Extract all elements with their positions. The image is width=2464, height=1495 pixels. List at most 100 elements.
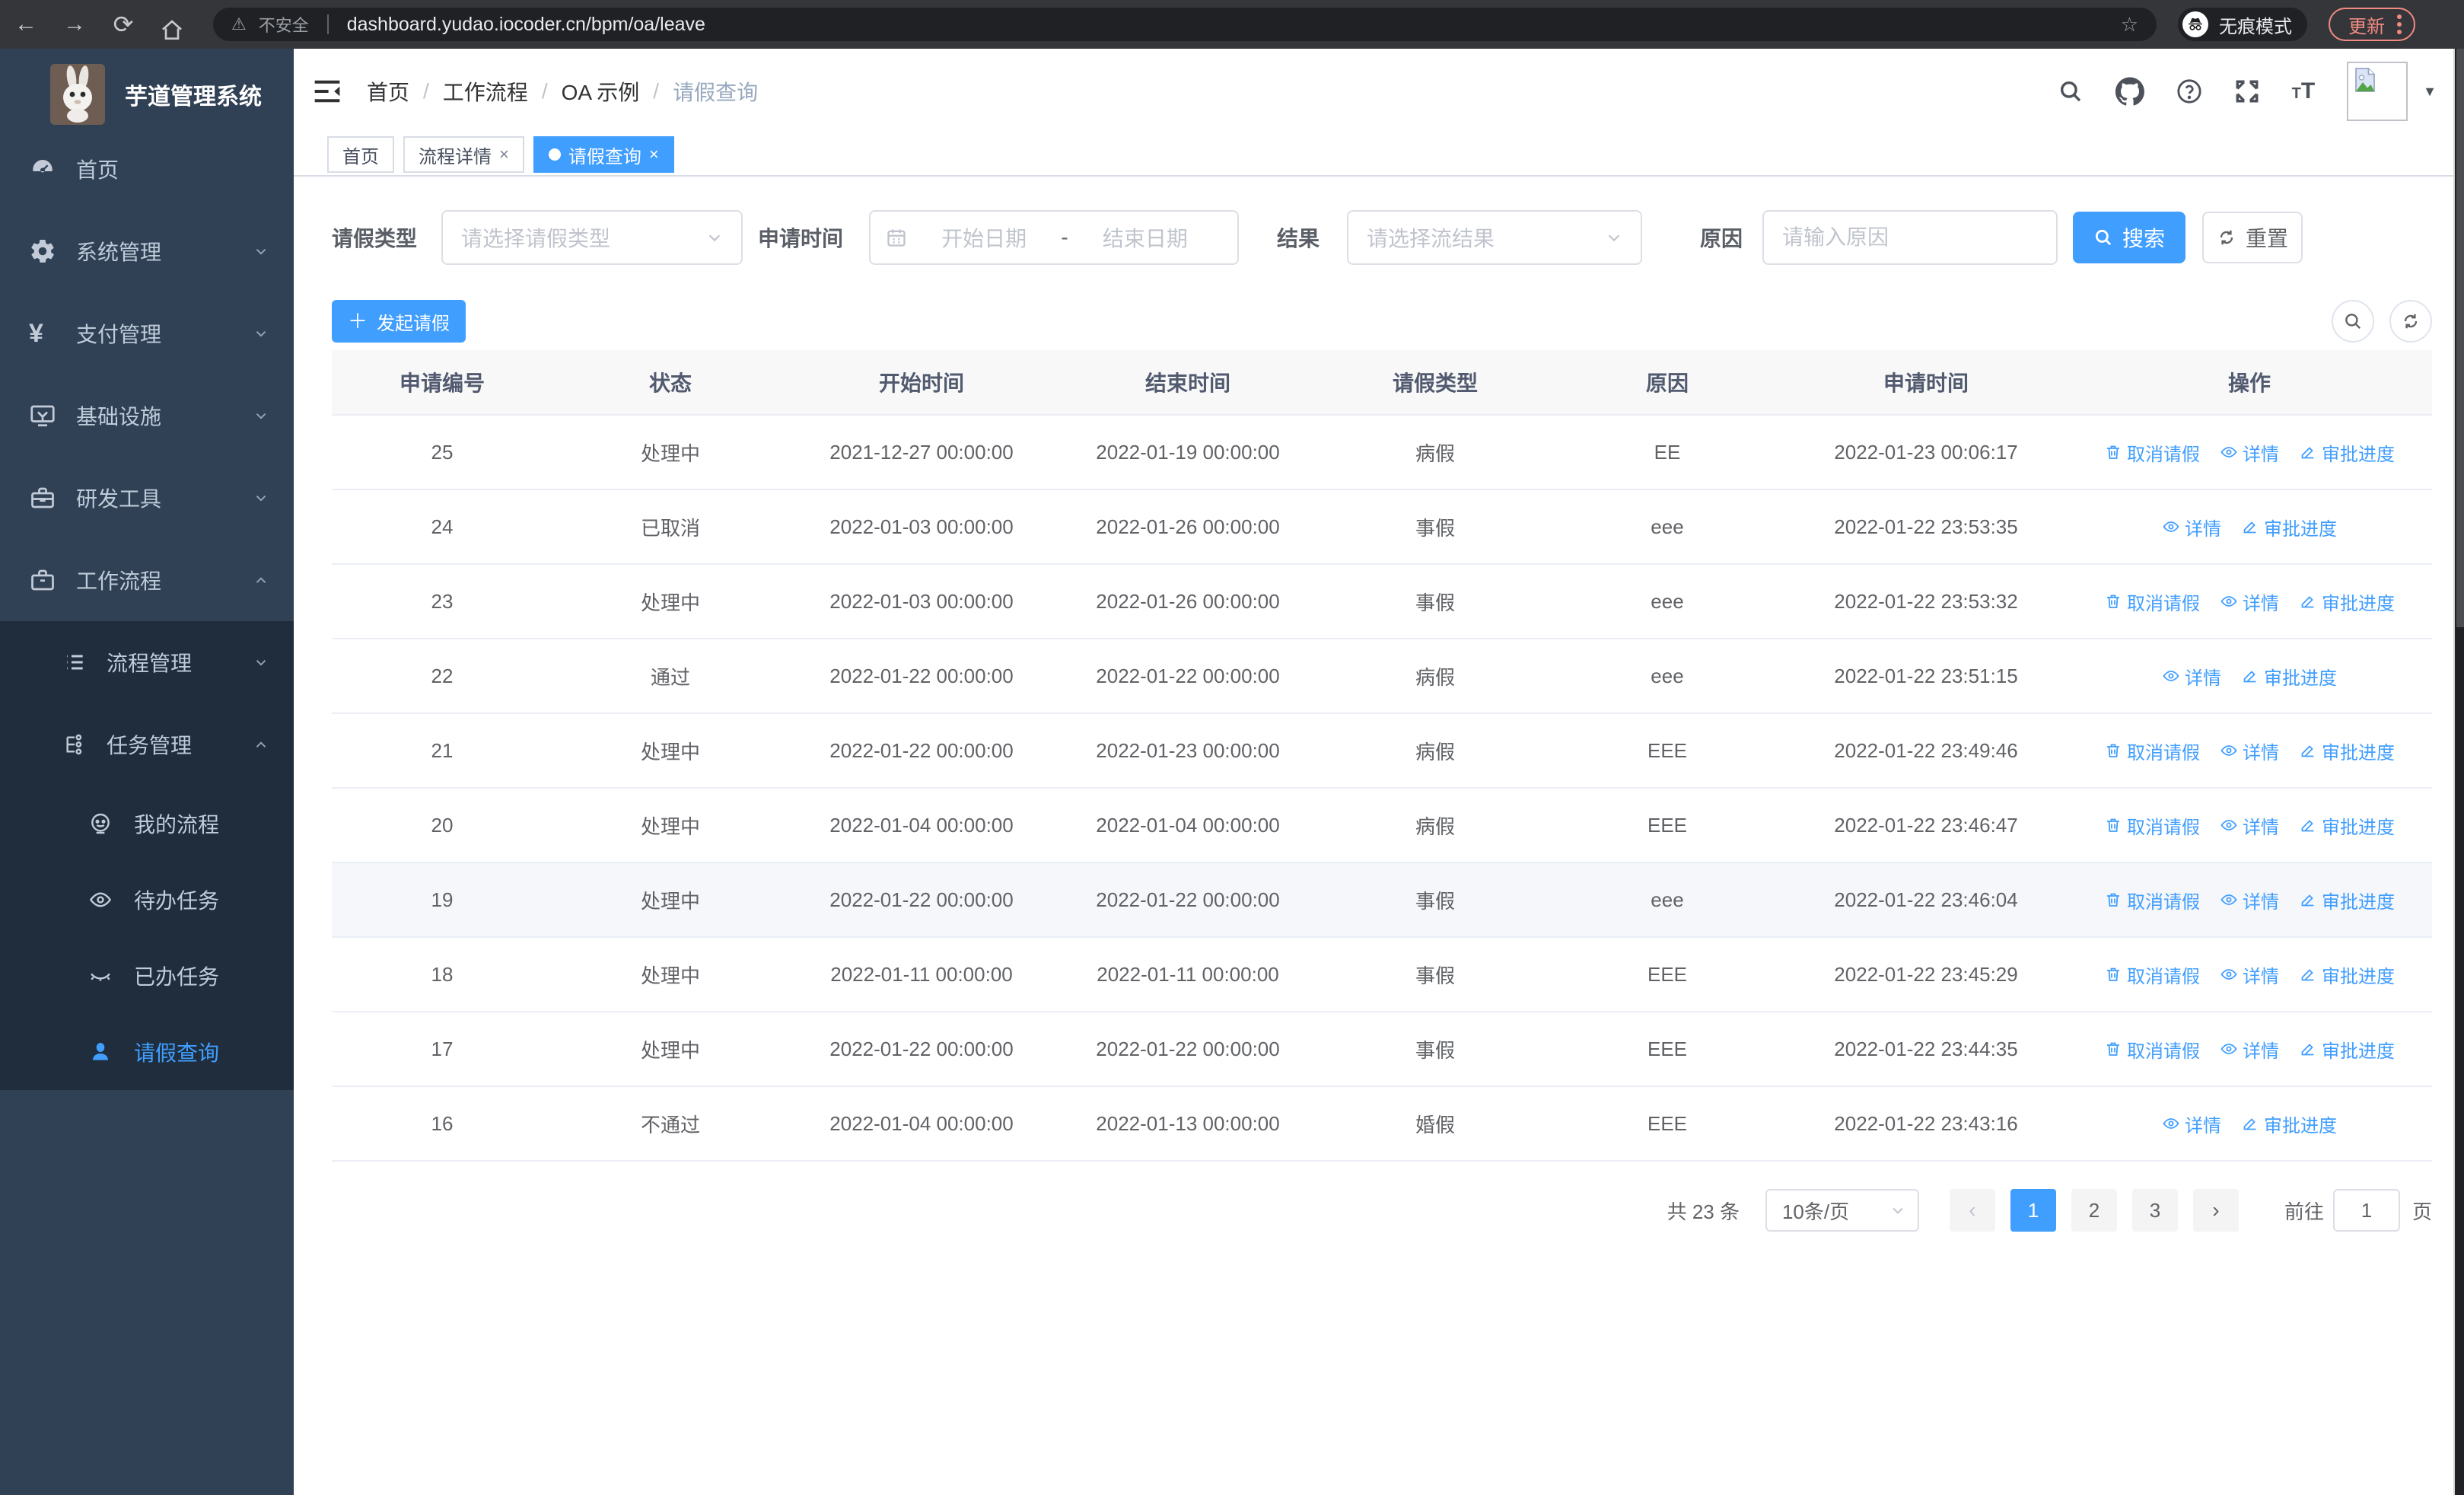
address-bar[interactable]: ⚠ 不安全 dashboard.yudao.iocoder.cn/bpm/oa/… (213, 8, 2157, 41)
result-select[interactable]: 请选择流结果 (1347, 210, 1642, 265)
browser-menu-icon[interactable] (2397, 14, 2402, 34)
progress-action-link[interactable]: 审批进度 (2241, 1111, 2337, 1137)
leave-type-select[interactable]: 请选择请假类型 (441, 210, 743, 265)
detail-action-link[interactable]: 详情 (2220, 738, 2279, 764)
sidebar-collapse-icon[interactable] (314, 78, 341, 104)
detail-action-link[interactable]: 详情 (2162, 663, 2221, 690)
fullscreen-icon[interactable] (2234, 78, 2260, 104)
sidebar-item-1[interactable]: 系统管理 (0, 210, 294, 292)
sidebar: 芋道管理系统 首页 系统管理 ¥ 支付管理 基础设施 研发工具 工作流程 流程管理 任务管理 我的… (0, 49, 294, 1495)
github-icon[interactable] (2115, 77, 2144, 106)
home-icon[interactable] (158, 6, 186, 43)
breadcrumb-item[interactable]: OA 示例 (562, 76, 640, 107)
security-warning-label: 不安全 (258, 16, 309, 35)
leave-table: 申请编号 状态 开始时间 结束时间 请假类型 原因 申请时间 操作 25 处理中 2021-12-… (332, 350, 2432, 1162)
page-size-select[interactable]: 10条/页 (1765, 1189, 1919, 1232)
tab-流程详情[interactable]: 流程详情 × (403, 136, 524, 173)
forward-icon[interactable]: → (61, 0, 88, 49)
page-button-3[interactable]: 3 (2131, 1189, 2178, 1232)
apply-time-range-picker[interactable]: 开始日期 - 结束日期 (869, 210, 1239, 265)
breadcrumb-item[interactable]: 工作流程 (443, 76, 528, 107)
reload-icon[interactable]: ⟳ (110, 0, 137, 49)
sidebar-item-10[interactable]: 已办任务 (0, 938, 294, 1014)
detail-action-link[interactable]: 详情 (2220, 887, 2279, 913)
sidebar-item-9[interactable]: 待办任务 (0, 862, 294, 938)
reason-input[interactable] (1782, 225, 2038, 250)
progress-action-link[interactable]: 审批进度 (2299, 1036, 2395, 1063)
bookmark-star-icon[interactable]: ☆ (2121, 13, 2138, 37)
progress-action-link[interactable]: 审批进度 (2241, 663, 2337, 690)
goto-page-input[interactable] (2332, 1189, 2400, 1232)
search-icon[interactable] (2058, 78, 2084, 104)
cell-id: 21 (431, 738, 454, 762)
progress-action-link[interactable]: 审批进度 (2299, 588, 2395, 615)
cell-reason: eee (1651, 515, 1684, 538)
sidebar-item-8[interactable]: 我的流程 (0, 786, 294, 862)
security-warning-icon: ⚠ (231, 14, 247, 33)
cancel-action-link[interactable]: 取消请假 (2104, 812, 2200, 839)
reset-button[interactable]: 重置 (2202, 212, 2303, 263)
browser-update-menu[interactable]: 更新 (2329, 8, 2415, 41)
sidebar-item-6[interactable]: 流程管理 (0, 621, 294, 703)
help-icon[interactable] (2176, 78, 2202, 104)
progress-action-link[interactable]: 审批进度 (2299, 812, 2395, 839)
detail-action-link[interactable]: 详情 (2220, 588, 2279, 615)
cancel-action-link[interactable]: 取消请假 (2104, 961, 2200, 988)
cancel-action-link[interactable]: 取消请假 (2104, 588, 2200, 615)
detail-action-link[interactable]: 详情 (2220, 439, 2279, 466)
prev-page-button[interactable]: ‹ (1949, 1189, 1995, 1232)
next-page-button[interactable]: › (2192, 1189, 2239, 1232)
breadcrumb-item[interactable]: 首页 (367, 76, 409, 107)
cancel-action-link[interactable]: 取消请假 (2104, 1036, 2200, 1063)
sidebar-item-2[interactable]: ¥ 支付管理 (0, 292, 294, 375)
cancel-action-link[interactable]: 取消请假 (2104, 887, 2200, 913)
cell-id: 18 (431, 962, 454, 986)
show-search-button[interactable] (2332, 300, 2374, 343)
edit-icon (2299, 965, 2317, 983)
page-button-1[interactable]: 1 (2010, 1189, 2056, 1232)
search-button[interactable]: 搜索 (2073, 212, 2185, 263)
progress-action-link[interactable]: 审批进度 (2299, 887, 2395, 913)
back-icon[interactable]: ← (12, 0, 40, 49)
sidebar-item-5[interactable]: 工作流程 (0, 539, 294, 621)
user-icon (88, 1040, 113, 1064)
detail-action-link[interactable]: 详情 (2220, 961, 2279, 988)
cell-status: 处理中 (640, 1038, 700, 1062)
sidebar-item-4[interactable]: 研发工具 (0, 457, 294, 539)
close-icon[interactable]: × (649, 146, 659, 163)
tab-首页[interactable]: 首页 (327, 136, 394, 173)
detail-action-link[interactable]: 详情 (2220, 1036, 2279, 1063)
detail-action-link[interactable]: 详情 (2220, 812, 2279, 839)
progress-action-link[interactable]: 审批进度 (2241, 514, 2337, 540)
dashboard-icon (29, 155, 56, 183)
cancel-action-link[interactable]: 取消请假 (2104, 738, 2200, 764)
progress-action-link[interactable]: 审批进度 (2299, 439, 2395, 466)
cancel-action-link[interactable]: 取消请假 (2104, 439, 2200, 466)
progress-action-link[interactable]: 审批进度 (2299, 738, 2395, 764)
page-scrollbar[interactable] (2453, 49, 2464, 1495)
sidebar-item-3[interactable]: 基础设施 (0, 375, 294, 457)
app-logo[interactable]: 芋道管理系统 (0, 49, 294, 128)
detail-action-link[interactable]: 详情 (2162, 514, 2221, 540)
cell-start-time: 2022-01-11 00:00:00 (830, 962, 1013, 986)
refresh-table-button[interactable] (2389, 300, 2432, 343)
font-size-icon[interactable]: TT (2292, 78, 2316, 104)
table-body: 25 处理中 2021-12-27 00:00:00 2022-01-19 00:00… (332, 416, 2432, 1162)
create-leave-button[interactable]: ＋ 发起请假 (332, 300, 466, 343)
scrollbar-thumb[interactable] (2456, 49, 2464, 627)
avatar[interactable] (2347, 62, 2408, 121)
action-label: 详情 (2243, 1041, 2279, 1062)
sidebar-item-7[interactable]: 任务管理 (0, 703, 294, 786)
progress-action-link[interactable]: 审批进度 (2299, 961, 2395, 988)
sidebar-item-11[interactable]: 请假查询 (0, 1014, 294, 1090)
cell-id: 22 (431, 664, 454, 687)
detail-action-link[interactable]: 详情 (2162, 1111, 2221, 1137)
tab-请假查询[interactable]: 请假查询 × (533, 136, 674, 173)
sidebar-item-0[interactable]: 首页 (0, 128, 294, 210)
avatar-caret-icon[interactable]: ▼ (2423, 84, 2437, 100)
close-icon[interactable]: × (499, 146, 509, 163)
cell-status: 处理中 (640, 740, 700, 763)
cell-id: 24 (431, 515, 454, 538)
page-button-2[interactable]: 2 (2071, 1189, 2117, 1232)
cell-end-time: 2022-01-22 00:00:00 (1096, 1037, 1280, 1060)
